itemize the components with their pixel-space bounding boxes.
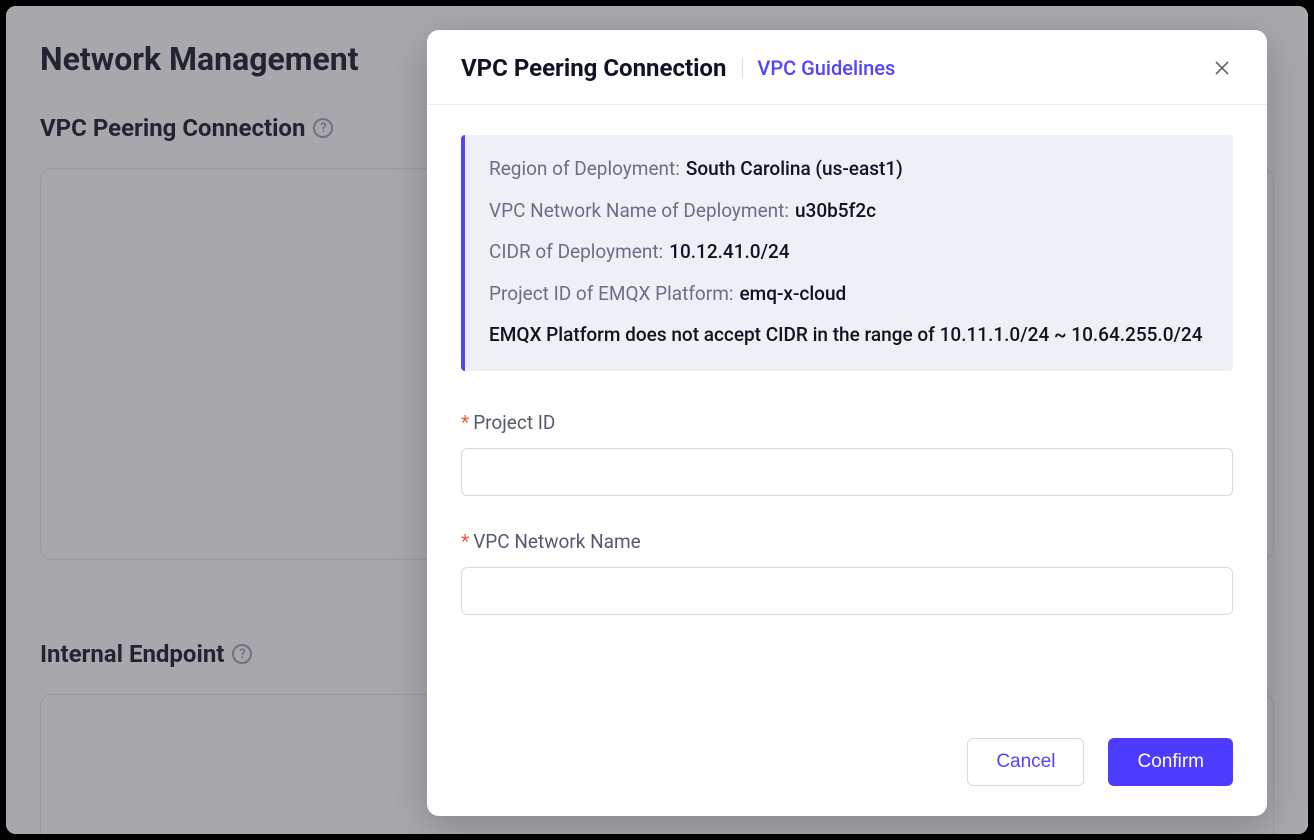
info-cidr-note: EMQX Platform does not accept CIDR in th… [489, 321, 1203, 349]
info-project-value: emq-x-cloud [739, 280, 846, 308]
confirm-button[interactable]: Confirm [1108, 738, 1233, 786]
modal-body: Region of Deployment: South Carolina (us… [427, 105, 1267, 738]
form-group-project-id: *Project ID [461, 411, 1233, 496]
modal-header: VPC Peering Connection VPC Guidelines [427, 30, 1267, 105]
modal-title: VPC Peering Connection [461, 54, 726, 82]
info-cidr-label: CIDR of Deployment: [489, 238, 663, 266]
info-region-label: Region of Deployment: [489, 155, 680, 183]
info-cidr-value: 10.12.41.0/24 [669, 238, 789, 266]
vpc-network-name-label: *VPC Network Name [461, 530, 1233, 553]
vpc-peering-modal: VPC Peering Connection VPC Guidelines Re… [427, 30, 1267, 816]
modal-footer: Cancel Confirm [427, 738, 1267, 816]
deployment-info-box: Region of Deployment: South Carolina (us… [461, 135, 1233, 371]
info-vpc-name-value: u30b5f2c [795, 197, 876, 225]
info-vpc-name-label: VPC Network Name of Deployment: [489, 197, 789, 225]
vpc-guidelines-link[interactable]: VPC Guidelines [757, 56, 895, 80]
required-asterisk: * [461, 411, 469, 434]
divider [742, 58, 743, 78]
info-region-value: South Carolina (us-east1) [686, 155, 903, 183]
project-id-label: *Project ID [461, 411, 1233, 434]
vpc-network-name-input[interactable] [461, 567, 1233, 615]
info-project-label: Project ID of EMQX Platform: [489, 280, 733, 308]
close-icon[interactable] [1211, 57, 1233, 79]
cancel-button[interactable]: Cancel [967, 738, 1084, 786]
form-group-vpc-network-name: *VPC Network Name [461, 530, 1233, 615]
project-id-input[interactable] [461, 448, 1233, 496]
required-asterisk: * [461, 530, 469, 553]
